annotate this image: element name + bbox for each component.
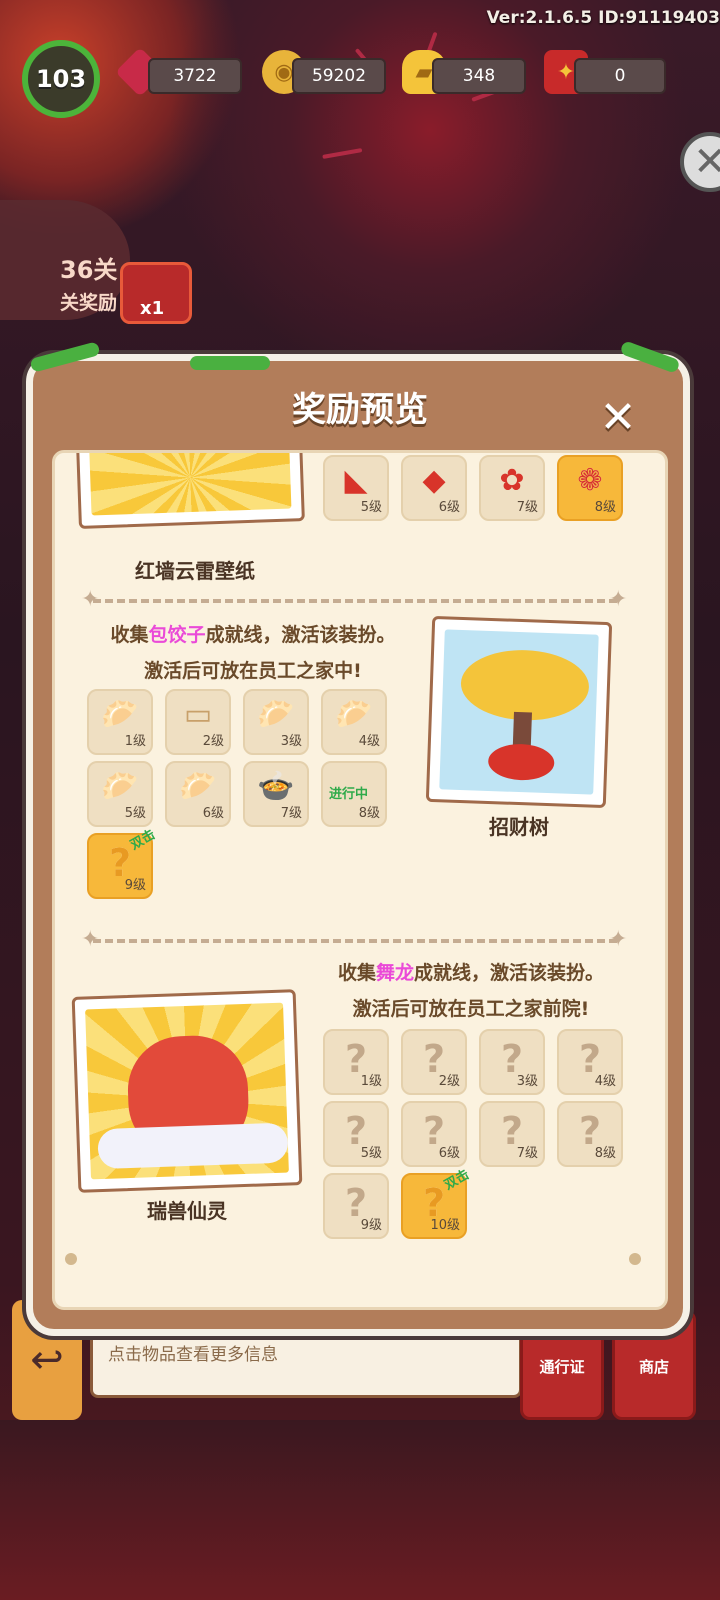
shop-label: 商店: [638, 1358, 669, 1376]
desc-line2: 激活后可放在员工之家前院!: [352, 998, 590, 1020]
cell-level: 8级: [594, 500, 616, 515]
tree-pot: [487, 742, 555, 782]
divider: [93, 939, 617, 943]
reward-cell[interactable]: ? 4级: [557, 1029, 623, 1095]
reward-cell[interactable]: ? 6级: [401, 1101, 467, 1167]
pass-label: 通行证: [539, 1358, 585, 1376]
leaf-decoration: [190, 356, 270, 370]
reward-cell[interactable]: 🥟 5级: [87, 761, 153, 827]
reward-cell[interactable]: 🥟 1级: [87, 689, 153, 755]
reward-cell[interactable]: ◆ 6级: [401, 455, 467, 521]
gem-value: 3722: [173, 66, 217, 86]
reward-cell[interactable]: ? 9级: [323, 1173, 389, 1239]
coin-counter[interactable]: 59202: [292, 58, 386, 94]
reward-cell[interactable]: ? 2级: [401, 1029, 467, 1095]
desc-prefix: 收集: [337, 962, 376, 984]
divider-star: ✦: [609, 927, 628, 952]
reward-cell[interactable]: 🥟 4级: [321, 689, 387, 755]
version-id-label: Ver:2.1.6.5 ID:91119403: [486, 8, 720, 28]
money-tree-caption: 招财树: [489, 815, 549, 839]
cell-level: 3级: [280, 734, 302, 749]
reward-cell[interactable]: ✿ 7级: [479, 455, 545, 521]
money-tree-image: [439, 629, 599, 795]
info-hint: 点击物品查看更多信息: [108, 1345, 278, 1365]
section3-description: 收集舞龙成就线，激活该装扮。 激活后可放在员工之家前院!: [301, 955, 641, 1027]
cell-level: 1级: [124, 734, 146, 749]
cell-level: 5级: [360, 1146, 382, 1161]
reward-cell[interactable]: ? 双击 9级: [87, 827, 158, 899]
dragon-caption: 瑞兽仙灵: [147, 1199, 227, 1223]
stage-label: 36关: [60, 256, 118, 284]
coin-value: 59202: [311, 66, 367, 86]
corner-dot: [65, 1253, 77, 1265]
cell-level: 7级: [516, 500, 538, 515]
desc-line2: 激活后可放在员工之家中!: [144, 660, 362, 682]
reward-cell[interactable]: ? 1级: [323, 1029, 389, 1095]
reward-cell[interactable]: ❁ 8级: [557, 455, 623, 521]
desc-suffix: 成就线，激活该装扮。: [414, 962, 605, 984]
cloud-decoration: [97, 1122, 289, 1170]
wallpaper-frame[interactable]: [75, 453, 305, 529]
desc-highlight: 舞龙: [375, 962, 414, 984]
wallpaper-caption: 红墙云雷壁纸: [135, 559, 255, 583]
cell-level: 3级: [516, 1074, 538, 1089]
dragon-frame[interactable]: [71, 989, 303, 1193]
player-level-badge[interactable]: 103: [22, 40, 100, 118]
section2-description: 收集包饺子成就线，激活该装扮。 激活后可放在员工之家中!: [73, 617, 433, 689]
reward-cell[interactable]: ? 双击 10级: [401, 1167, 472, 1239]
desc-prefix: 收集: [110, 624, 149, 646]
reward-cell[interactable]: 🥟 3级: [243, 689, 309, 755]
player-level: 103: [35, 65, 87, 93]
cell-level: 9级: [124, 878, 146, 893]
divider-star: ✦: [609, 587, 628, 612]
cell-level: 2级: [202, 734, 224, 749]
cell-level: 4级: [358, 734, 380, 749]
reward-cell[interactable]: ▭ 2级: [165, 689, 231, 755]
reward-cell[interactable]: ? 3级: [479, 1029, 545, 1095]
cell-level: 8级: [358, 806, 380, 821]
in-progress-tag: 进行中: [329, 787, 369, 802]
reward-scroll-area[interactable]: 红墙云雷壁纸 ◣ 5级 ◆ 6级 ✿ 7级 ❁ 8级 ✦ ✦ 收集包饺子成就线，激活该装…: [52, 450, 668, 1310]
cell-level: 6级: [202, 806, 224, 821]
reward-cell[interactable]: 🍲 7级: [243, 761, 309, 827]
desc-highlight: 包饺子: [148, 624, 206, 646]
desc-suffix: 成就线，激活该装扮。: [205, 624, 396, 646]
cell-level: 7级: [516, 1146, 538, 1161]
floor-decoration: [0, 1420, 720, 1600]
cell-level: 10级: [430, 1218, 460, 1233]
gift-counter[interactable]: 0: [574, 58, 666, 94]
reward-cell[interactable]: ◣ 5级: [323, 455, 389, 521]
corner-dot: [629, 1253, 641, 1265]
cell-level: 9级: [360, 1218, 382, 1233]
reward-cell[interactable]: ? 5级: [323, 1101, 389, 1167]
ingot-value: 348: [462, 66, 496, 86]
gift-value: 0: [614, 66, 626, 86]
reward-count: x1: [140, 298, 165, 319]
wallpaper-image: [88, 453, 292, 516]
cell-level: 5级: [360, 500, 382, 515]
cell-level: 7级: [280, 806, 302, 821]
close-icon[interactable]: ✕: [596, 396, 640, 440]
cell-level: 6级: [438, 500, 460, 515]
cell-level: 4级: [594, 1074, 616, 1089]
divider: [93, 599, 617, 603]
reward-cell[interactable]: ? 7级: [479, 1101, 545, 1167]
reward-cell[interactable]: 🥟 6级: [165, 761, 231, 827]
ingot-counter[interactable]: 348: [432, 58, 526, 94]
cell-level: 8级: [594, 1146, 616, 1161]
gem-counter[interactable]: 3722: [148, 58, 242, 94]
stage-reward-label: 关奖励: [60, 292, 118, 314]
cell-level: 1级: [360, 1074, 382, 1089]
cell-level: 2级: [438, 1074, 460, 1089]
money-tree-frame[interactable]: [425, 615, 613, 809]
reward-cell[interactable]: ? 8级: [557, 1101, 623, 1167]
cell-level: 5级: [124, 806, 146, 821]
cell-level: 6级: [438, 1146, 460, 1161]
dragon-image: [85, 1002, 289, 1180]
reward-cell[interactable]: 进行中 8级: [321, 761, 387, 827]
